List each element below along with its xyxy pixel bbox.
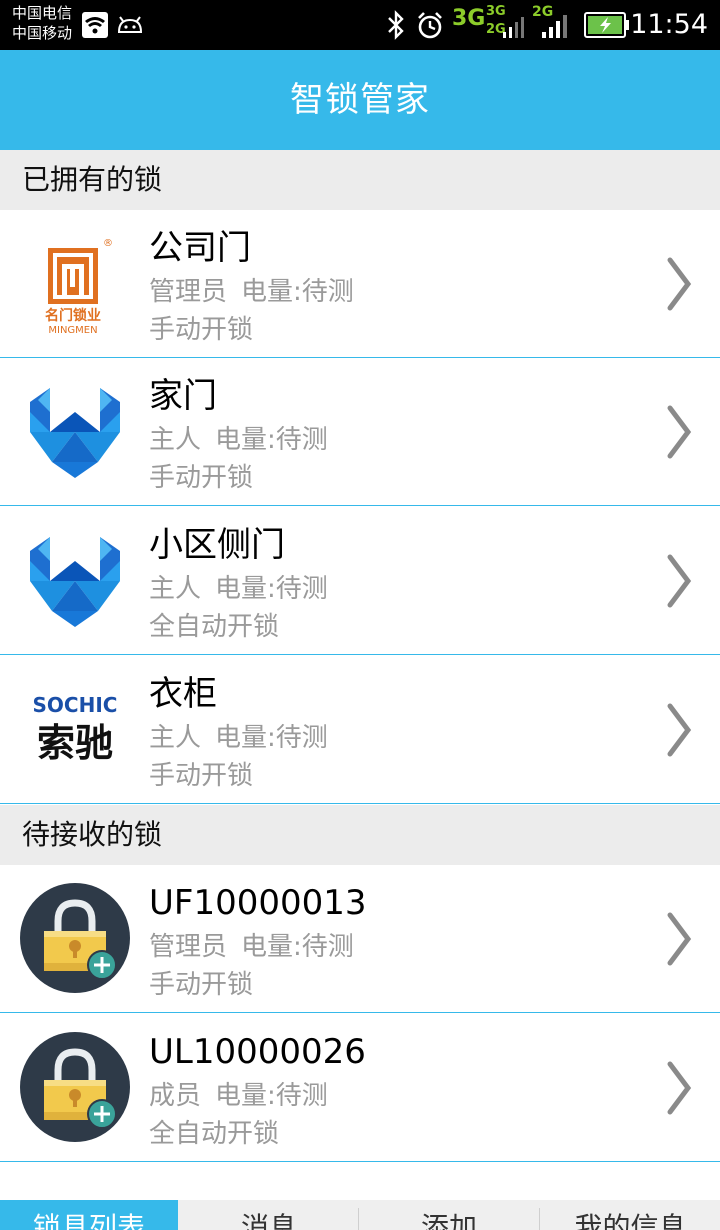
lock-meta: 成员 电量:待测 [149, 1078, 328, 1114]
mingmen-logo: ® 名门锁业 MINGMEN [45, 238, 113, 334]
wifi-icon [82, 12, 108, 38]
app-header: 智锁管家 [0, 50, 720, 150]
lock-battery: 电量:待测 [241, 932, 354, 962]
tab-label: 我的信息 [574, 1211, 687, 1230]
tab-label: 添加 [420, 1211, 477, 1230]
network-3g-label: 3G [452, 6, 486, 31]
lock-name: 公司门 [149, 228, 251, 268]
lock-battery: 电量:待测 [215, 425, 328, 455]
sochic-cn-text: 索驰 [37, 721, 113, 765]
lock-role: 主人 [149, 723, 202, 753]
lock-mode: 手动开锁 [149, 315, 254, 345]
signal-icon-2 [542, 15, 567, 38]
blue-triangle-logo [30, 537, 120, 627]
lock-name: 小区侧门 [149, 525, 285, 565]
sochic-logo: SOCHIC 索驰 [33, 693, 118, 765]
chevron-right-icon [667, 703, 692, 757]
lock-role: 管理员 [149, 277, 228, 307]
lock-name: UL10000026 [149, 1032, 366, 1072]
lock-meta: 主人 电量:待测 [149, 571, 328, 607]
blue-triangle-logo [30, 388, 120, 478]
bottom-tab-bar: 锁具列表 消息 添加 我的信息 [0, 1200, 720, 1230]
lock-meta: 主人 电量:待测 [149, 422, 328, 458]
tab-add[interactable]: 添加 [360, 1200, 538, 1230]
tab-messages[interactable]: 消息 [180, 1200, 358, 1230]
sochic-en-text: SOCHIC [33, 693, 118, 717]
status-bar: 中国电信 中国移动 3G 3G 2G 2G 11:54 [0, 0, 720, 50]
chevron-right-icon [667, 554, 692, 608]
lock-battery: 电量:待测 [215, 723, 328, 753]
section-header-owned: 已拥有的锁 [0, 150, 720, 210]
tab-label: 锁具列表 [32, 1211, 145, 1230]
battery-charging-icon [584, 12, 629, 38]
lock-battery: 电量:待测 [241, 277, 354, 307]
lock-meta: 管理员 电量:待测 [149, 274, 354, 310]
tab-lock-list[interactable]: 锁具列表 [0, 1200, 178, 1230]
lock-role: 成员 [149, 1081, 202, 1111]
lock-mode: 全自动开锁 [149, 612, 280, 642]
section-title-owned: 已拥有的锁 [22, 163, 163, 196]
lock-row-wardrobe[interactable]: SOCHIC 索驰 衣柜 主人 电量:待测 手动开锁 [0, 656, 720, 804]
alarm-icon [418, 12, 442, 39]
registered-mark: ® [103, 238, 113, 249]
mingmen-cn-text: 名门锁业 [45, 307, 101, 324]
mingmen-en-text: MINGMEN [48, 325, 97, 334]
chevron-right-icon [667, 405, 692, 459]
pending-lock-row-ul10000026[interactable]: UL10000026 成员 电量:待测 全自动开锁 [0, 1014, 720, 1162]
lock-role: 主人 [149, 425, 202, 455]
chevron-right-icon [667, 912, 692, 966]
tab-divider [358, 1208, 359, 1230]
carrier-2: 中国移动 [12, 24, 73, 42]
lock-mode: 全自动开锁 [149, 1119, 280, 1149]
signal-icon-1 [503, 17, 524, 38]
tab-divider [539, 1208, 540, 1230]
lock-name: 家门 [149, 376, 217, 416]
clock-time: 11:54 [630, 9, 708, 40]
page-title: 智锁管家 [290, 80, 430, 120]
chevron-right-icon [667, 1061, 692, 1115]
lock-battery: 电量:待测 [215, 1081, 328, 1111]
padlock-add-icon [20, 1032, 130, 1142]
lock-role: 管理员 [149, 932, 228, 962]
tab-my-info[interactable]: 我的信息 [541, 1200, 720, 1230]
lock-battery: 电量:待测 [215, 574, 328, 604]
lock-name: 衣柜 [149, 674, 217, 714]
lock-meta: 主人 电量:待测 [149, 720, 328, 756]
lock-row-company-door[interactable]: ® 名门锁业 MINGMEN 公司门 管理员 电量:待测 手动开锁 [0, 210, 720, 358]
tab-label: 消息 [240, 1211, 297, 1230]
lock-meta: 管理员 电量:待测 [149, 929, 354, 965]
lock-row-home-door[interactable]: 家门 主人 电量:待测 手动开锁 [0, 358, 720, 506]
lock-name: UF10000013 [149, 883, 367, 923]
padlock-add-icon [20, 883, 130, 993]
lock-row-side-gate[interactable]: 小区侧门 主人 电量:待测 全自动开锁 [0, 507, 720, 655]
section-title-pending: 待接收的锁 [22, 818, 163, 851]
lock-role: 主人 [149, 574, 202, 604]
bluetooth-icon [388, 10, 404, 40]
android-icon [117, 16, 143, 33]
pending-lock-row-uf10000013[interactable]: UF10000013 管理员 电量:待测 手动开锁 [0, 865, 720, 1013]
lock-mode: 手动开锁 [149, 463, 254, 493]
carrier-1: 中国电信 [12, 4, 73, 22]
section-header-pending: 待接收的锁 [0, 805, 720, 865]
carrier-labels: 中国电信 中国移动 [12, 3, 72, 43]
chevron-right-icon [667, 257, 692, 311]
lock-mode: 手动开锁 [149, 970, 254, 1000]
lock-mode: 手动开锁 [149, 761, 254, 791]
